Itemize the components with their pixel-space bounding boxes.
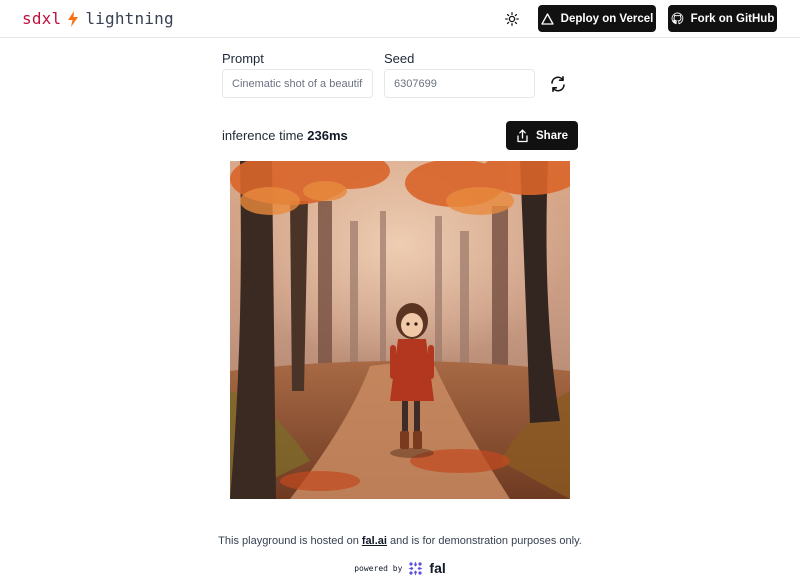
share-button[interactable]: Share bbox=[506, 121, 578, 150]
fork-github-label: Fork on GitHub bbox=[690, 12, 775, 25]
brand-logo[interactable]: sdxl lightning bbox=[22, 9, 174, 28]
share-label: Share bbox=[536, 129, 568, 142]
refresh-icon bbox=[551, 75, 565, 93]
top-bar: sdxl lightning Deploy on Vercel Fork on … bbox=[0, 0, 800, 38]
fal-logo-icon bbox=[408, 561, 423, 575]
fal-ai-link[interactable]: fal.ai bbox=[362, 535, 387, 547]
seed-label: Seed bbox=[384, 51, 415, 66]
seed-input[interactable] bbox=[384, 69, 535, 98]
inference-time-label: inference time bbox=[222, 128, 304, 143]
brand-word-lightning: lightning bbox=[85, 9, 174, 28]
generated-image-art bbox=[230, 161, 570, 499]
share-icon bbox=[517, 129, 528, 142]
prompt-input[interactable] bbox=[222, 69, 373, 98]
powered-by-label: powered by bbox=[354, 563, 403, 573]
deploy-vercel-label: Deploy on Vercel bbox=[560, 12, 654, 25]
bolt-icon bbox=[68, 10, 79, 27]
github-icon bbox=[671, 12, 683, 25]
footer-text-after: and is for demonstration purposes only. bbox=[390, 535, 582, 547]
fal-logo-text: fal bbox=[429, 560, 446, 576]
footer-text-before: This playground is hosted on bbox=[218, 535, 359, 547]
generated-image bbox=[230, 161, 570, 499]
theme-toggle-button[interactable] bbox=[500, 7, 524, 31]
inference-time-value: 236ms bbox=[307, 128, 348, 143]
footer-disclaimer: This playground is hosted on fal.ai and … bbox=[0, 535, 800, 547]
fork-github-button[interactable]: Fork on GitHub bbox=[668, 5, 777, 32]
randomize-seed-button[interactable] bbox=[546, 72, 570, 96]
triangle-icon bbox=[541, 12, 554, 25]
deploy-vercel-button[interactable]: Deploy on Vercel bbox=[538, 5, 656, 32]
powered-by-fal[interactable]: powered by fal bbox=[0, 560, 800, 576]
sun-icon bbox=[505, 12, 519, 26]
prompt-label: Prompt bbox=[222, 51, 264, 66]
inference-time: inference time 236ms bbox=[222, 128, 348, 143]
brand-word-sdxl: sdxl bbox=[22, 9, 62, 28]
